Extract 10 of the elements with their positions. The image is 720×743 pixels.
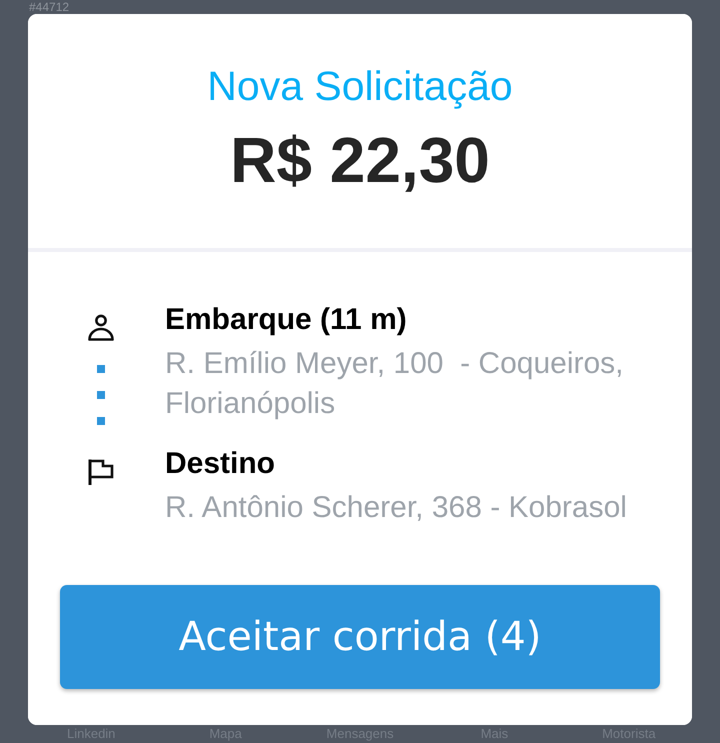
flag-icon [87,458,115,486]
stop-label: Destino [165,446,276,482]
order-number: #44712 [29,0,70,14]
person-icon [87,314,115,342]
fare-amount: R$ 22,30 [230,123,490,198]
request-title: Nova Solicitação [207,62,513,110]
stop-label: Embarque (11 m) [165,302,408,338]
accept-ride-button[interactable]: Aceitar corrida (4) [60,585,660,689]
stop-address: R. Emílio Meyer, 100 - Coqueiros, Florianópolis [165,346,625,422]
stop-address: R. Antônio Scherer, 368 - Kobrasol [165,490,628,526]
